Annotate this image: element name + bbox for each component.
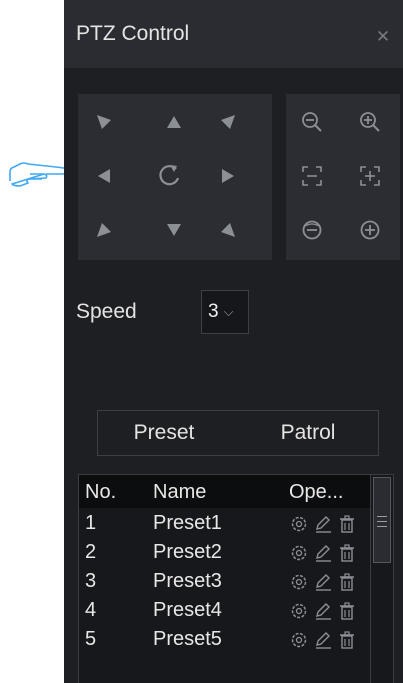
table-header: No. Name Ope... <box>79 475 370 508</box>
lens-pad <box>286 94 400 260</box>
table-row[interactable]: 3 Preset3 <box>79 567 370 596</box>
row-name: Preset4 <box>153 599 222 621</box>
edit-icon[interactable] <box>314 573 332 591</box>
scrollbar-thumb[interactable] <box>373 477 391 563</box>
column-header-operation: Ope... <box>289 481 344 503</box>
row-name: Preset2 <box>153 541 222 563</box>
ptz-control-panel: PTZ Control ✕ Speed 3 ⌵ Preset Patrol No… <box>64 0 403 683</box>
row-no: 5 <box>85 628 97 650</box>
preset-table: No. Name Ope... 1 Preset1 2 Preset2 3 Pr… <box>78 474 394 683</box>
speed-select[interactable]: 3 ⌵ <box>201 290 249 334</box>
zoom-out-icon[interactable] <box>292 102 332 142</box>
grip-line <box>377 516 387 517</box>
table-scrollbar[interactable] <box>370 475 393 683</box>
table-row[interactable]: 2 Preset2 <box>79 538 370 567</box>
settings-icon[interactable] <box>290 515 308 533</box>
tab-patrol[interactable]: Patrol <box>238 411 378 455</box>
edit-icon[interactable] <box>314 544 332 562</box>
column-header-name: Name <box>153 481 207 503</box>
row-no: 3 <box>85 570 97 592</box>
chevron-down-icon: ⌵ <box>223 304 234 319</box>
row-name: Preset1 <box>153 512 222 534</box>
arrow-down-icon[interactable] <box>154 210 194 250</box>
delete-icon[interactable] <box>338 573 356 591</box>
row-no: 4 <box>85 599 97 621</box>
arrow-down-right-icon[interactable] <box>208 210 248 250</box>
column-header-no: No. <box>85 481 117 503</box>
focus-plus-icon[interactable] <box>350 156 390 196</box>
speed-value: 3 <box>208 301 219 322</box>
arrow-up-left-icon[interactable] <box>84 102 124 142</box>
panel-title: PTZ Control <box>76 22 190 45</box>
delete-icon[interactable] <box>338 515 356 533</box>
delete-icon[interactable] <box>338 602 356 620</box>
row-no: 2 <box>85 541 97 563</box>
settings-icon[interactable] <box>290 544 308 562</box>
settings-icon[interactable] <box>290 631 308 649</box>
arrow-up-right-icon[interactable] <box>208 102 248 142</box>
panel-header: PTZ Control ✕ <box>64 0 403 68</box>
edit-icon[interactable] <box>314 631 332 649</box>
iris-minus-icon[interactable] <box>292 210 332 250</box>
close-icon[interactable]: ✕ <box>374 28 392 46</box>
edit-icon[interactable] <box>314 602 332 620</box>
edit-icon[interactable] <box>314 515 332 533</box>
arrow-left-icon[interactable] <box>84 156 124 196</box>
arrow-up-icon[interactable] <box>154 102 194 142</box>
arrow-right-icon[interactable] <box>208 156 248 196</box>
grip-line <box>377 521 387 522</box>
arrow-down-left-icon[interactable] <box>84 210 124 250</box>
speed-label: Speed <box>76 300 137 323</box>
settings-icon[interactable] <box>290 573 308 591</box>
preset-patrol-tabs: Preset Patrol <box>97 410 379 456</box>
grip-line <box>377 526 387 527</box>
rotate-icon[interactable] <box>150 156 190 196</box>
zoom-in-icon[interactable] <box>350 102 390 142</box>
delete-icon[interactable] <box>338 631 356 649</box>
row-no: 1 <box>85 512 97 534</box>
row-name: Preset3 <box>153 570 222 592</box>
table-row[interactable]: 4 Preset4 <box>79 596 370 625</box>
table-row[interactable]: 1 Preset1 <box>79 509 370 538</box>
direction-pad <box>78 94 272 260</box>
table-row[interactable]: 5 Preset5 <box>79 625 370 654</box>
focus-minus-icon[interactable] <box>292 156 332 196</box>
row-name: Preset5 <box>153 628 222 650</box>
tab-preset[interactable]: Preset <box>98 411 230 455</box>
delete-icon[interactable] <box>338 544 356 562</box>
iris-plus-icon[interactable] <box>350 210 390 250</box>
settings-icon[interactable] <box>290 602 308 620</box>
